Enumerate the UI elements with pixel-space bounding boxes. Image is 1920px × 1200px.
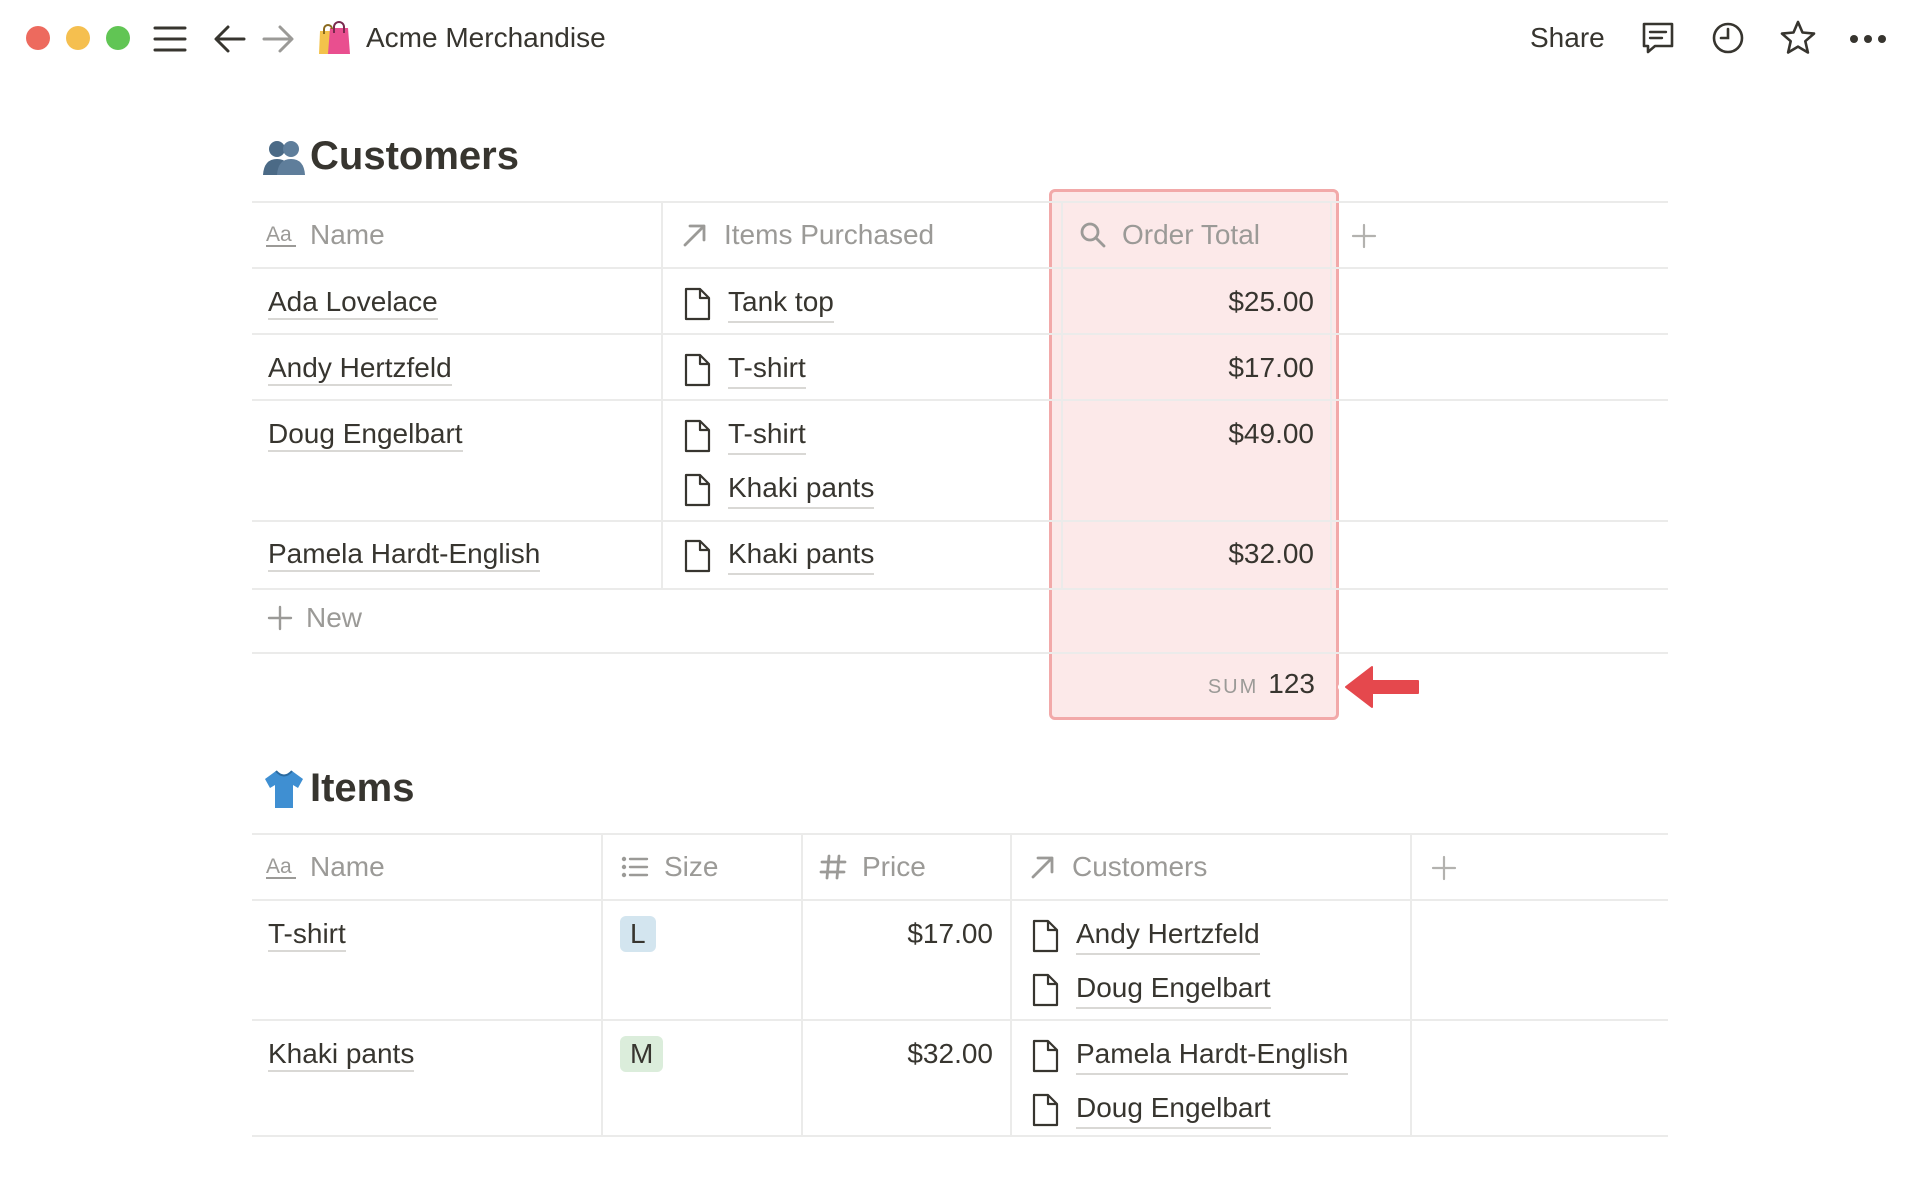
minimize-window-button[interactable] (66, 26, 90, 50)
page-icon (684, 287, 711, 320)
people-icon (263, 140, 305, 175)
list-icon (620, 852, 650, 882)
customer-name[interactable]: Ada Lovelace (268, 284, 438, 320)
add-column-plus-icon[interactable] (1348, 220, 1380, 252)
svg-text:Aa: Aa (266, 223, 292, 246)
customer-link[interactable]: Doug Engelbart (1030, 970, 1271, 1009)
tshirt-icon (265, 769, 303, 808)
page-icon (684, 419, 711, 452)
clock-icon[interactable] (1708, 18, 1748, 58)
customer-link[interactable]: Andy Hertzfeld (1030, 916, 1260, 955)
new-row-button[interactable]: New (266, 602, 362, 634)
customer-link[interactable]: Pamela Hardt-English (1030, 1036, 1349, 1075)
search-icon (1078, 220, 1108, 250)
page-icon (684, 539, 711, 572)
customer-name[interactable]: Andy Hertzfeld (268, 350, 452, 386)
item-name[interactable]: Khaki pants (268, 1036, 415, 1072)
header-name[interactable]: Aa Name (266, 202, 385, 268)
arrow-right-icon[interactable] (258, 20, 298, 58)
item-link[interactable]: T-shirt (682, 416, 806, 455)
order-total-value: $49.00 (1228, 418, 1314, 449)
page-icon (684, 353, 711, 386)
price-value: $17.00 (907, 918, 993, 949)
items-title-text: Items (310, 766, 415, 810)
text-property-icon: Aa (266, 220, 296, 250)
item-link[interactable]: T-shirt (682, 350, 806, 389)
plus-icon (267, 605, 293, 631)
order-total-value: $17.00 (1228, 352, 1314, 383)
hash-icon (818, 852, 848, 882)
top-bar: Acme Merchandise Share (0, 0, 1920, 78)
shopping-bags-icon (314, 18, 354, 58)
text-property-icon: Aa (266, 852, 296, 882)
header-items-purchased[interactable]: Items Purchased (680, 202, 934, 268)
item-name[interactable]: T-shirt (268, 916, 346, 952)
page-icon (1032, 1093, 1059, 1126)
share-button[interactable]: Share (1530, 20, 1605, 56)
sum-label: SUM (1207, 676, 1259, 698)
zoom-window-button[interactable] (106, 26, 130, 50)
page-icon (1032, 973, 1059, 1006)
page-icon (1032, 1039, 1059, 1072)
add-column-plus-icon[interactable] (1428, 852, 1460, 884)
page-icon (684, 473, 711, 506)
ellipsis-icon[interactable] (1848, 20, 1888, 58)
customer-name[interactable]: Pamela Hardt-English (268, 536, 541, 572)
size-tag[interactable]: L (620, 916, 656, 952)
arrow-left-icon[interactable] (210, 20, 250, 58)
relation-arrow-icon (680, 220, 710, 250)
customer-name[interactable]: Doug Engelbart (268, 416, 463, 452)
item-link[interactable]: Khaki pants (682, 536, 875, 575)
item-link[interactable]: Tank top (682, 284, 834, 323)
order-total-value: $25.00 (1228, 286, 1314, 317)
relation-arrow-icon (1028, 852, 1058, 882)
star-icon[interactable] (1778, 18, 1818, 58)
header-customers[interactable]: Customers (1028, 834, 1207, 900)
sum-value: 123 (1268, 668, 1315, 699)
header-item-name[interactable]: Aa Name (266, 834, 385, 900)
customer-link[interactable]: Doug Engelbart (1030, 1090, 1271, 1129)
header-order-total[interactable]: Order Total (1078, 202, 1260, 268)
customers-title-text: Customers (310, 134, 519, 178)
hamburger-icon[interactable] (150, 20, 190, 58)
order-total-value: $32.00 (1228, 538, 1314, 569)
page-title: Acme Merchandise (366, 22, 606, 53)
order-total-sum[interactable]: SUM 123 (1208, 668, 1315, 700)
size-tag[interactable]: M (620, 1036, 664, 1072)
header-price[interactable]: Price (818, 834, 926, 900)
page-icon (1032, 919, 1059, 952)
annotation-arrow-icon (1338, 659, 1426, 715)
header-size[interactable]: Size (620, 834, 718, 900)
close-window-button[interactable] (26, 26, 50, 50)
customers-title: Customers (262, 134, 519, 179)
comment-icon[interactable] (1638, 18, 1678, 58)
svg-text:Aa: Aa (266, 855, 292, 878)
price-value: $32.00 (907, 1038, 993, 1069)
items-title: Items (262, 766, 415, 811)
item-link[interactable]: Khaki pants (682, 470, 875, 509)
